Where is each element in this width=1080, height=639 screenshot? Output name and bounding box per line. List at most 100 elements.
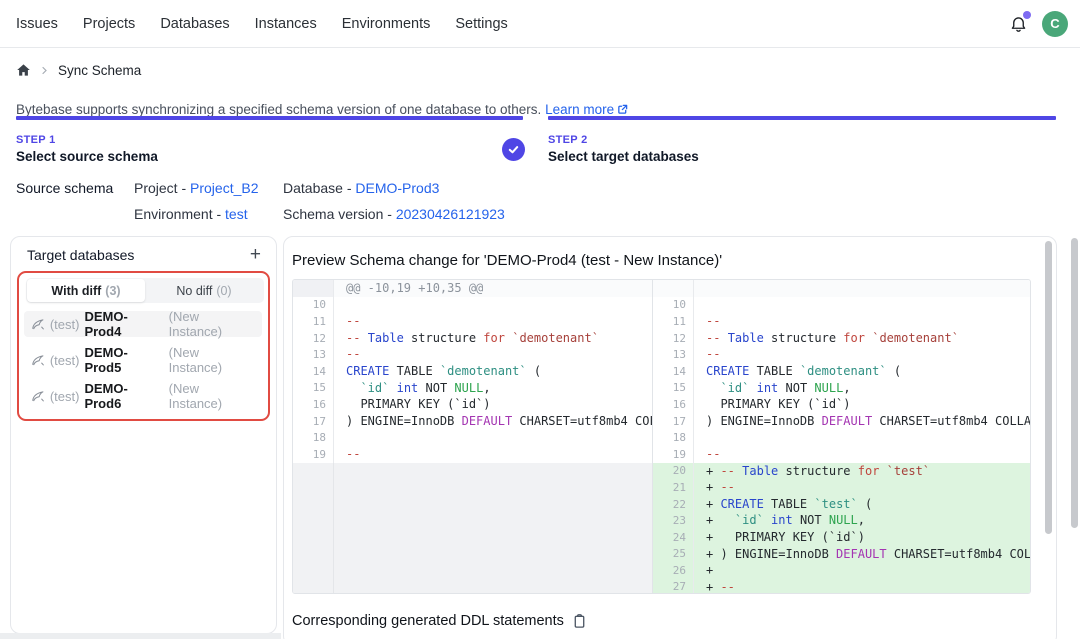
field-value-link[interactable]: DEMO-Prod3: [355, 180, 439, 196]
database-environment: (test): [50, 317, 80, 332]
nav-item-instances[interactable]: Instances: [255, 16, 317, 32]
line-number: 22: [653, 496, 694, 513]
diff-row: 20+ -- Table structure for `test`: [653, 463, 1031, 480]
diff-row: 22+ CREATE TABLE `test` (: [653, 496, 1031, 513]
nav-item-settings[interactable]: Settings: [455, 16, 507, 32]
panel-scrollbar-thumb[interactable]: [1045, 241, 1052, 534]
line-number: 26: [653, 562, 694, 579]
field-value-link[interactable]: 20230426121923: [396, 206, 505, 222]
home-icon[interactable]: [16, 63, 31, 78]
preview-title: Preview Schema change for 'DEMO-Prod4 (t…: [292, 252, 722, 269]
diff-row: 11--: [653, 313, 1031, 330]
diff-row: 27+ --: [653, 579, 1031, 594]
schema-diff-view: @@ -10,19 +10,35 @@1011--12-- Table stru…: [292, 279, 1031, 594]
code-line: PRIMARY KEY (`id`): [334, 396, 652, 413]
code-line: -- Table structure for `demotenant`: [694, 330, 1031, 347]
nav-item-projects[interactable]: Projects: [83, 16, 135, 32]
copy-ddl-button[interactable]: [572, 613, 587, 629]
breadcrumb: Sync Schema: [16, 63, 141, 78]
field-value-link[interactable]: test: [225, 206, 248, 222]
diff-row: 13--: [653, 346, 1031, 363]
diff-row: 21+ --: [653, 479, 1031, 496]
line-number: [293, 463, 334, 593]
nav-item-environments[interactable]: Environments: [342, 16, 431, 32]
line-number: 16: [293, 396, 334, 413]
annotation-highlight-box: With diff(3)No diff(0) (test)DEMO-Prod4(…: [17, 271, 270, 421]
line-number: 10: [293, 297, 334, 314]
diff-filter-tabs: With diff(3)No diff(0): [26, 278, 264, 303]
schema-preview-panel: Preview Schema change for 'DEMO-Prod4 (t…: [283, 236, 1057, 639]
line-number: 23: [653, 512, 694, 529]
user-avatar[interactable]: C: [1042, 11, 1068, 37]
database-suffix: (New Instance): [169, 381, 255, 411]
line-number: 14: [653, 363, 694, 380]
line-number: 15: [653, 380, 694, 397]
database-name: DEMO-Prod6: [84, 381, 163, 411]
code-line: CREATE TABLE `demotenant` (: [694, 363, 1031, 380]
line-number: 11: [293, 313, 334, 330]
code-line: @@ -10,19 +10,35 @@: [334, 280, 652, 297]
external-link-icon: [617, 104, 628, 115]
learn-more-link[interactable]: Learn more: [545, 102, 614, 117]
line-number: 14: [293, 363, 334, 380]
code-line: +: [694, 562, 1031, 579]
line-number: 21: [653, 479, 694, 496]
line-number: 13: [293, 346, 334, 363]
step2-progress-bar: [548, 116, 1056, 120]
database-item-demo-prod5[interactable]: (test)DEMO-Prod5(New Instance): [24, 347, 262, 373]
nav-item-issues[interactable]: Issues: [16, 16, 58, 32]
diff-row: [653, 280, 1031, 297]
line-number: 24: [653, 529, 694, 546]
code-line: + `id` int NOT NULL,: [694, 512, 1031, 529]
diff-row: 18: [653, 429, 1031, 446]
tab-label: With diff: [51, 284, 101, 298]
line-number: 12: [653, 330, 694, 347]
diff-row: 11--: [293, 313, 652, 330]
field-value-link[interactable]: Project_B2: [190, 180, 258, 196]
code-line: --: [334, 313, 652, 330]
diff-pane-target[interactable]: 1011--12-- Table structure for `demotena…: [653, 280, 1031, 593]
mysql-icon: [31, 317, 45, 331]
code-line: `id` int NOT NULL,: [694, 380, 1031, 397]
code-line: --: [694, 346, 1031, 363]
step2-label: STEP 2: [548, 134, 588, 146]
notification-dot: [1023, 11, 1031, 19]
code-line: + CREATE TABLE `test` (: [694, 496, 1031, 513]
nav-item-databases[interactable]: Databases: [160, 16, 229, 32]
line-number: 17: [653, 413, 694, 430]
diff-row: 24+ PRIMARY KEY (`id`): [653, 529, 1031, 546]
code-line: -- Table structure for `demotenant`: [334, 330, 652, 347]
diff-row: 17) ENGINE=InnoDB DEFAULT CHARSET=utf8mb…: [653, 413, 1031, 430]
line-number: 15: [293, 380, 334, 397]
line-number: 20: [653, 463, 694, 480]
database-name: DEMO-Prod5: [84, 345, 163, 375]
tab-count: (0): [216, 284, 231, 298]
source-field-database: Database - DEMO-Prod3: [283, 180, 505, 196]
diff-pane-source[interactable]: @@ -10,19 +10,35 @@1011--12-- Table stru…: [293, 280, 653, 593]
add-target-button[interactable]: +: [247, 246, 264, 264]
top-navbar: Issues Projects Databases Instances Environm…: [0, 0, 1080, 48]
chevron-right-icon: [40, 66, 49, 75]
page-scrollbar-thumb[interactable]: [1071, 238, 1078, 528]
tab-no-diff[interactable]: No diff(0): [145, 279, 263, 302]
database-name: DEMO-Prod4: [84, 309, 163, 339]
tab-with-diff[interactable]: With diff(3): [27, 279, 145, 302]
line-number: 12: [293, 330, 334, 347]
nav-right: C: [1007, 11, 1068, 37]
source-field-environment: Environment - test: [134, 206, 283, 222]
source-field-schema-version: Schema version - 20230426121923: [283, 206, 505, 222]
database-suffix: (New Instance): [169, 345, 255, 375]
source-schema-fields: Project - Project_B2 Database - DEMO-Prod…: [134, 180, 505, 222]
line-number: 16: [653, 396, 694, 413]
line-number: 13: [653, 346, 694, 363]
diff-row: 19--: [653, 446, 1031, 463]
step1-label: STEP 1: [16, 134, 56, 146]
database-item-demo-prod4[interactable]: (test) DEMO-Prod4(New Instance): [24, 311, 262, 337]
code-line: ) ENGINE=InnoDB DEFAULT CHARSET=utf8mb4 …: [334, 413, 652, 430]
database-item-demo-prod6[interactable]: (test)DEMO-Prod6(New Instance): [24, 383, 262, 409]
target-databases-panel: Target databases + With diff(3)No diff(0…: [10, 236, 277, 634]
field-label: Project -: [134, 180, 190, 196]
notifications-button[interactable]: [1007, 13, 1029, 35]
target-database-list: (test)DEMO-Prod4(New Instance)(test)DEMO…: [24, 311, 262, 409]
database-suffix: (New Instance): [169, 309, 255, 339]
